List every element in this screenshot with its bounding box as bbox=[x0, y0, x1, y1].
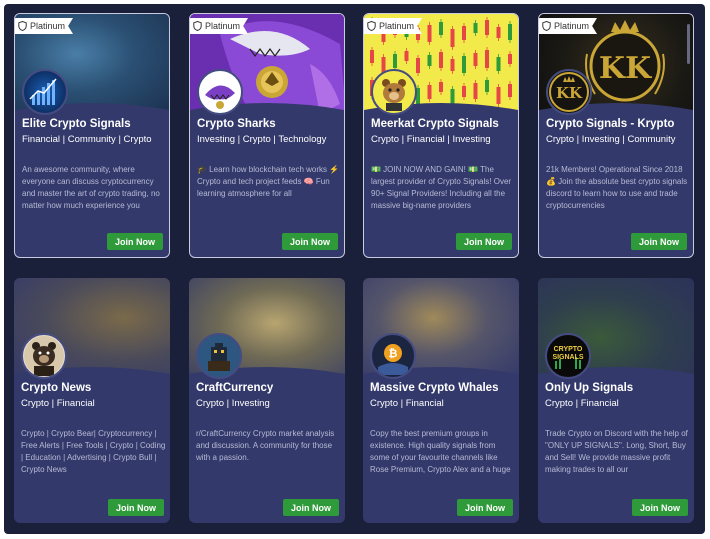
platinum-badge: Platinum bbox=[539, 18, 598, 34]
shield-icon bbox=[18, 21, 27, 31]
svg-text:KK: KK bbox=[556, 84, 583, 102]
server-tags: Crypto | Financial bbox=[545, 398, 619, 409]
server-card-meerkat-crypto-signals[interactable]: Platinum Meerkat Crypto Signals Crypto |… bbox=[363, 13, 519, 258]
join-now-button[interactable]: Join Now bbox=[632, 499, 688, 516]
server-description: Trade Crypto on Discord with the help of… bbox=[545, 429, 688, 474]
server-avatar: CRYPTO SIGNALS bbox=[545, 333, 591, 379]
server-card-crypto-news[interactable]: Crypto News Crypto | Financial Crypto | … bbox=[14, 278, 170, 523]
platinum-badge: Platinum bbox=[15, 18, 74, 34]
server-card-massive-crypto-whales[interactable]: ₿ Massive Crypto Whales Crypto | Financi… bbox=[363, 278, 519, 523]
server-card-only-up-signals[interactable]: CRYPTO SIGNALS Only Up Signals Crypto | … bbox=[538, 278, 694, 523]
server-title: Crypto News bbox=[21, 382, 92, 394]
server-tags: Investing | Crypto | Technology bbox=[197, 134, 327, 145]
server-title: Crypto Signals - Krypto bbox=[546, 118, 675, 130]
server-description: 🎓 Learn how blockchain tech works ⚡ Cryp… bbox=[197, 165, 340, 198]
server-description: Crypto | Crypto Bear| Cryptocurrency | F… bbox=[21, 429, 166, 474]
server-title: Elite Crypto Signals bbox=[22, 118, 131, 130]
server-card-elite-crypto-signals[interactable]: Platinum Elite Crypto Signals Financial … bbox=[14, 13, 170, 258]
svg-text:KK: KK bbox=[599, 51, 652, 86]
server-avatar bbox=[371, 69, 417, 115]
avatar-logo-text: CRYPTO SIGNALS bbox=[552, 346, 584, 361]
server-tags: Crypto | Financial bbox=[370, 398, 444, 409]
platinum-badge: Platinum bbox=[190, 18, 249, 34]
server-description: r/CraftCurrency Crypto market analysis a… bbox=[196, 429, 335, 462]
server-tags: Crypto | Investing | Community bbox=[546, 134, 676, 145]
server-title: Only Up Signals bbox=[545, 382, 634, 394]
server-title: CraftCurrency bbox=[196, 382, 274, 394]
server-description: An awesome community, where everyone can… bbox=[22, 165, 160, 210]
server-card-crypto-signals-krypto[interactable]: KK Platinum KK Crypto Signals - Krypto C… bbox=[538, 13, 694, 258]
server-grid: Platinum Elite Crypto Signals Financial … bbox=[4, 4, 705, 534]
server-description: Copy the best premium groups in existenc… bbox=[370, 429, 511, 474]
server-card-craftcurrency[interactable]: CraftCurrency Crypto | Investing r/Craft… bbox=[189, 278, 345, 523]
join-now-button[interactable]: Join Now bbox=[282, 233, 338, 250]
server-title: Crypto Sharks bbox=[197, 118, 276, 130]
shield-icon bbox=[367, 21, 376, 31]
server-avatar bbox=[197, 69, 243, 115]
banner-scrollbar bbox=[687, 24, 690, 64]
server-avatar: KK bbox=[546, 69, 592, 115]
join-now-button[interactable]: Join Now bbox=[107, 233, 163, 250]
join-now-button[interactable]: Join Now bbox=[456, 233, 512, 250]
join-now-button[interactable]: Join Now bbox=[283, 499, 339, 516]
server-tags: Financial | Community | Crypto bbox=[22, 134, 152, 145]
server-tags: Crypto | Financial bbox=[21, 398, 95, 409]
server-avatar bbox=[196, 333, 242, 379]
shield-icon bbox=[193, 21, 202, 31]
platinum-badge: Platinum bbox=[364, 18, 423, 34]
svg-text:₿: ₿ bbox=[389, 347, 398, 360]
server-title: Meerkat Crypto Signals bbox=[371, 118, 499, 130]
server-description: 💵 JOIN NOW AND GAIN! 💵 The largest provi… bbox=[371, 165, 512, 210]
join-now-button[interactable]: Join Now bbox=[631, 233, 687, 250]
shield-icon bbox=[542, 21, 551, 31]
server-title: Massive Crypto Whales bbox=[370, 382, 499, 394]
server-tags: Crypto | Financial | Investing bbox=[371, 134, 491, 145]
server-tags: Crypto | Investing bbox=[196, 398, 270, 409]
server-card-crypto-sharks[interactable]: Platinum Crypto Sharks Investing | Crypt… bbox=[189, 13, 345, 258]
server-description: 21k Members! Operational Since 2018 💰 Jo… bbox=[546, 165, 688, 210]
server-avatar bbox=[22, 69, 68, 115]
join-now-button[interactable]: Join Now bbox=[108, 499, 164, 516]
server-avatar bbox=[21, 333, 67, 379]
server-avatar: ₿ bbox=[370, 333, 416, 379]
join-now-button[interactable]: Join Now bbox=[457, 499, 513, 516]
